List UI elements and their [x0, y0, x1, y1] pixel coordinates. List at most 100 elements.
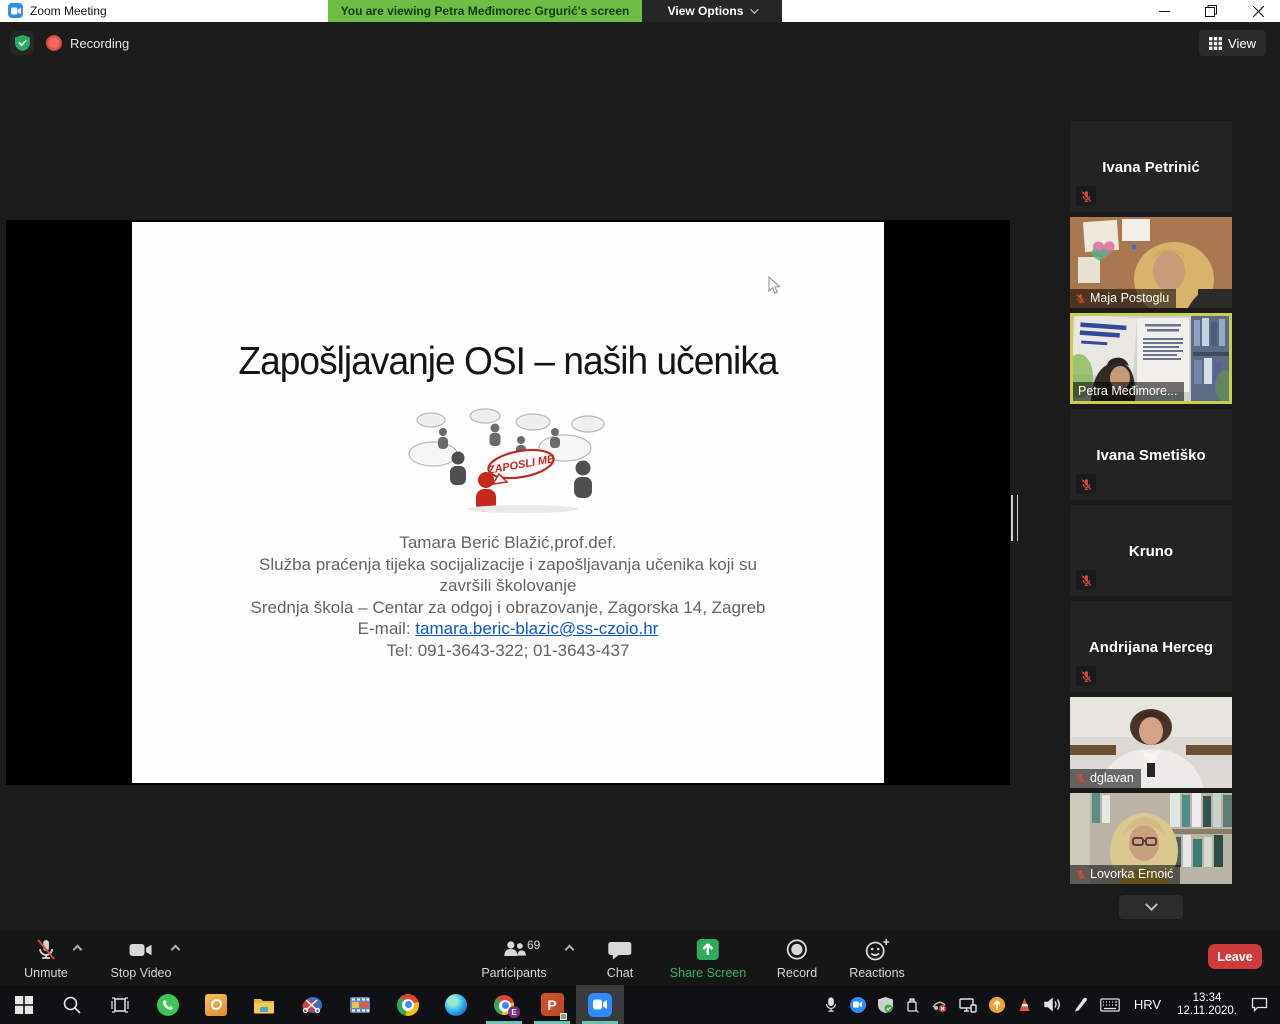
video-options-caret[interactable] — [171, 945, 181, 955]
participant-name: Maja Postoglu — [1090, 291, 1169, 305]
record-icon — [784, 937, 810, 963]
outlook-icon[interactable] — [192, 985, 240, 1024]
zoom-taskbar-icon[interactable] — [576, 985, 624, 1024]
email-label: E-mail: — [358, 619, 416, 638]
chat-button[interactable]: Chat — [607, 937, 633, 980]
participant-name-badge: Petra Međimore... — [1073, 382, 1184, 401]
system-tray: HRV 13:3412.11.2020. — [818, 985, 1280, 1024]
participant-name-badge: Lovorka Ernoić — [1070, 865, 1180, 884]
movie-maker-icon[interactable] — [336, 985, 384, 1024]
profile-badge: E — [508, 1006, 520, 1018]
participants-icon — [501, 937, 527, 963]
tray-pen-icon[interactable] — [1067, 985, 1094, 1024]
powerpoint-icon[interactable]: P — [528, 985, 576, 1024]
tray-vlc-icon[interactable] — [1011, 985, 1038, 1024]
participant-name-badge: dglavan — [1070, 769, 1141, 788]
participants-icon-wrap: 69 — [501, 937, 527, 963]
meeting-info-shield-icon[interactable] — [10, 31, 34, 55]
tray-display-icon[interactable] — [953, 985, 983, 1024]
participant-tile[interactable]: Lovorka Ernoić — [1070, 793, 1232, 884]
record-button[interactable]: Record — [777, 937, 817, 980]
next-participants-button[interactable] — [1119, 895, 1183, 919]
muted-mic-icon — [1075, 773, 1086, 784]
unmute-label: Unmute — [24, 966, 68, 980]
video-camera-icon — [127, 937, 155, 963]
participant-tile[interactable]: Ivana Smetiško — [1070, 409, 1232, 500]
reactions-button[interactable]: Reactions — [849, 937, 905, 980]
windows-taskbar: E P — [0, 985, 1280, 1024]
tray-zoom-icon[interactable] — [844, 985, 872, 1024]
record-label: Record — [777, 966, 817, 980]
chrome-profile-icon[interactable]: E — [480, 985, 528, 1024]
tray-usb-icon[interactable] — [899, 985, 925, 1024]
snipping-tool-icon[interactable] — [288, 985, 336, 1024]
chevron-down-icon — [751, 5, 759, 13]
language-indicator[interactable]: HRV — [1126, 985, 1169, 1024]
slide-title: Zapošljavanje OSI – naših učenika — [151, 340, 865, 384]
chat-label: Chat — [607, 966, 633, 980]
participant-tile[interactable]: Andrijana Herceg — [1070, 601, 1232, 692]
taskbar-clock[interactable]: 13:3412.11.2020. — [1169, 985, 1245, 1024]
file-explorer-icon[interactable] — [240, 985, 288, 1024]
participant-tile[interactable]: Kruno — [1070, 505, 1232, 596]
task-view-icon — [110, 996, 130, 1014]
tray-mic-icon[interactable] — [818, 985, 844, 1024]
taskbar-date: 12.11.2020. — [1177, 1005, 1237, 1017]
participant-name: Kruno — [1070, 543, 1232, 560]
mouse-cursor — [768, 276, 781, 295]
participant-tile[interactable]: Ivana Petrinić — [1070, 121, 1232, 212]
chat-bubble-icon — [607, 937, 633, 963]
windows-logo-icon — [15, 996, 33, 1014]
slide-contact-block: Tamara Berić Blažić,prof.def. Služba pra… — [132, 532, 884, 661]
chrome-icon[interactable] — [384, 985, 432, 1024]
view-options-button[interactable]: View Options — [642, 0, 782, 22]
folder-icon — [253, 996, 275, 1014]
mic-options-caret[interactable] — [73, 945, 83, 955]
tray-volume-icon[interactable] — [1038, 985, 1067, 1024]
participant-name: dglavan — [1090, 771, 1134, 785]
recording-indicator-icon[interactable] — [46, 35, 62, 51]
participant-name: Petra Međimore... — [1078, 384, 1177, 398]
tray-update-icon[interactable] — [983, 985, 1011, 1024]
tray-touch-keyboard-icon[interactable] — [1094, 985, 1126, 1024]
gallery-view-button[interactable]: View — [1199, 30, 1266, 56]
leave-button[interactable]: Leave — [1208, 944, 1262, 969]
action-center-button[interactable] — [1245, 985, 1280, 1024]
share-screen-icon — [694, 937, 722, 963]
tray-disconnected-icon[interactable] — [925, 985, 953, 1024]
unmute-button[interactable]: Unmute — [24, 937, 68, 980]
restore-button[interactable] — [1189, 0, 1233, 22]
slide-email-line: E-mail: tamara.beric-blazic@ss-czoio.hr — [132, 618, 884, 640]
edge-icon[interactable] — [432, 985, 480, 1024]
muted-mic-icon — [1076, 474, 1096, 494]
search-button[interactable] — [48, 985, 96, 1024]
whatsapp-icon[interactable] — [144, 985, 192, 1024]
shared-screen-region: Zapošljavanje OSI – naših učenika — [6, 220, 1010, 785]
employment-clipart: ZAPOSLI ME — [403, 406, 613, 514]
meeting-info-bar: Recording View — [0, 22, 1280, 64]
minimize-button[interactable] — [1142, 0, 1186, 22]
start-button[interactable] — [0, 985, 48, 1024]
task-view-button[interactable] — [96, 985, 144, 1024]
chevron-down-icon — [1145, 898, 1158, 911]
participant-tile[interactable]: dglavan — [1070, 697, 1232, 788]
tray-defender-icon[interactable] — [872, 985, 899, 1024]
grid-view-icon — [1209, 37, 1222, 50]
screen-share-banner: You are viewing Petra Međimorec Grgurić'… — [328, 0, 642, 22]
participant-tile[interactable]: Maja Postoglu — [1070, 217, 1232, 308]
participants-options-caret[interactable] — [565, 945, 575, 955]
muted-mic-icon — [1075, 293, 1086, 304]
scissors-icon — [301, 995, 323, 1015]
share-screen-button[interactable]: Share Screen — [670, 937, 746, 980]
meeting-toolbar: Unmute Stop Video 69 Participants — [0, 930, 1280, 985]
slide-school-line: Srednja škola – Centar za odgoj i obrazo… — [132, 597, 884, 619]
email-link[interactable]: tamara.beric-blazic@ss-czoio.hr — [415, 619, 658, 638]
participant-name: Lovorka Ernoić — [1090, 867, 1173, 881]
panel-resize-handle[interactable] — [1011, 495, 1018, 541]
film-strip-icon — [349, 995, 371, 1015]
stop-video-button[interactable]: Stop Video — [111, 937, 172, 980]
participants-button[interactable]: 69 Participants — [481, 937, 546, 980]
close-button[interactable] — [1236, 0, 1280, 22]
recording-label: Recording — [70, 36, 129, 51]
participant-tile-active-speaker[interactable]: Petra Međimore... — [1070, 313, 1232, 404]
